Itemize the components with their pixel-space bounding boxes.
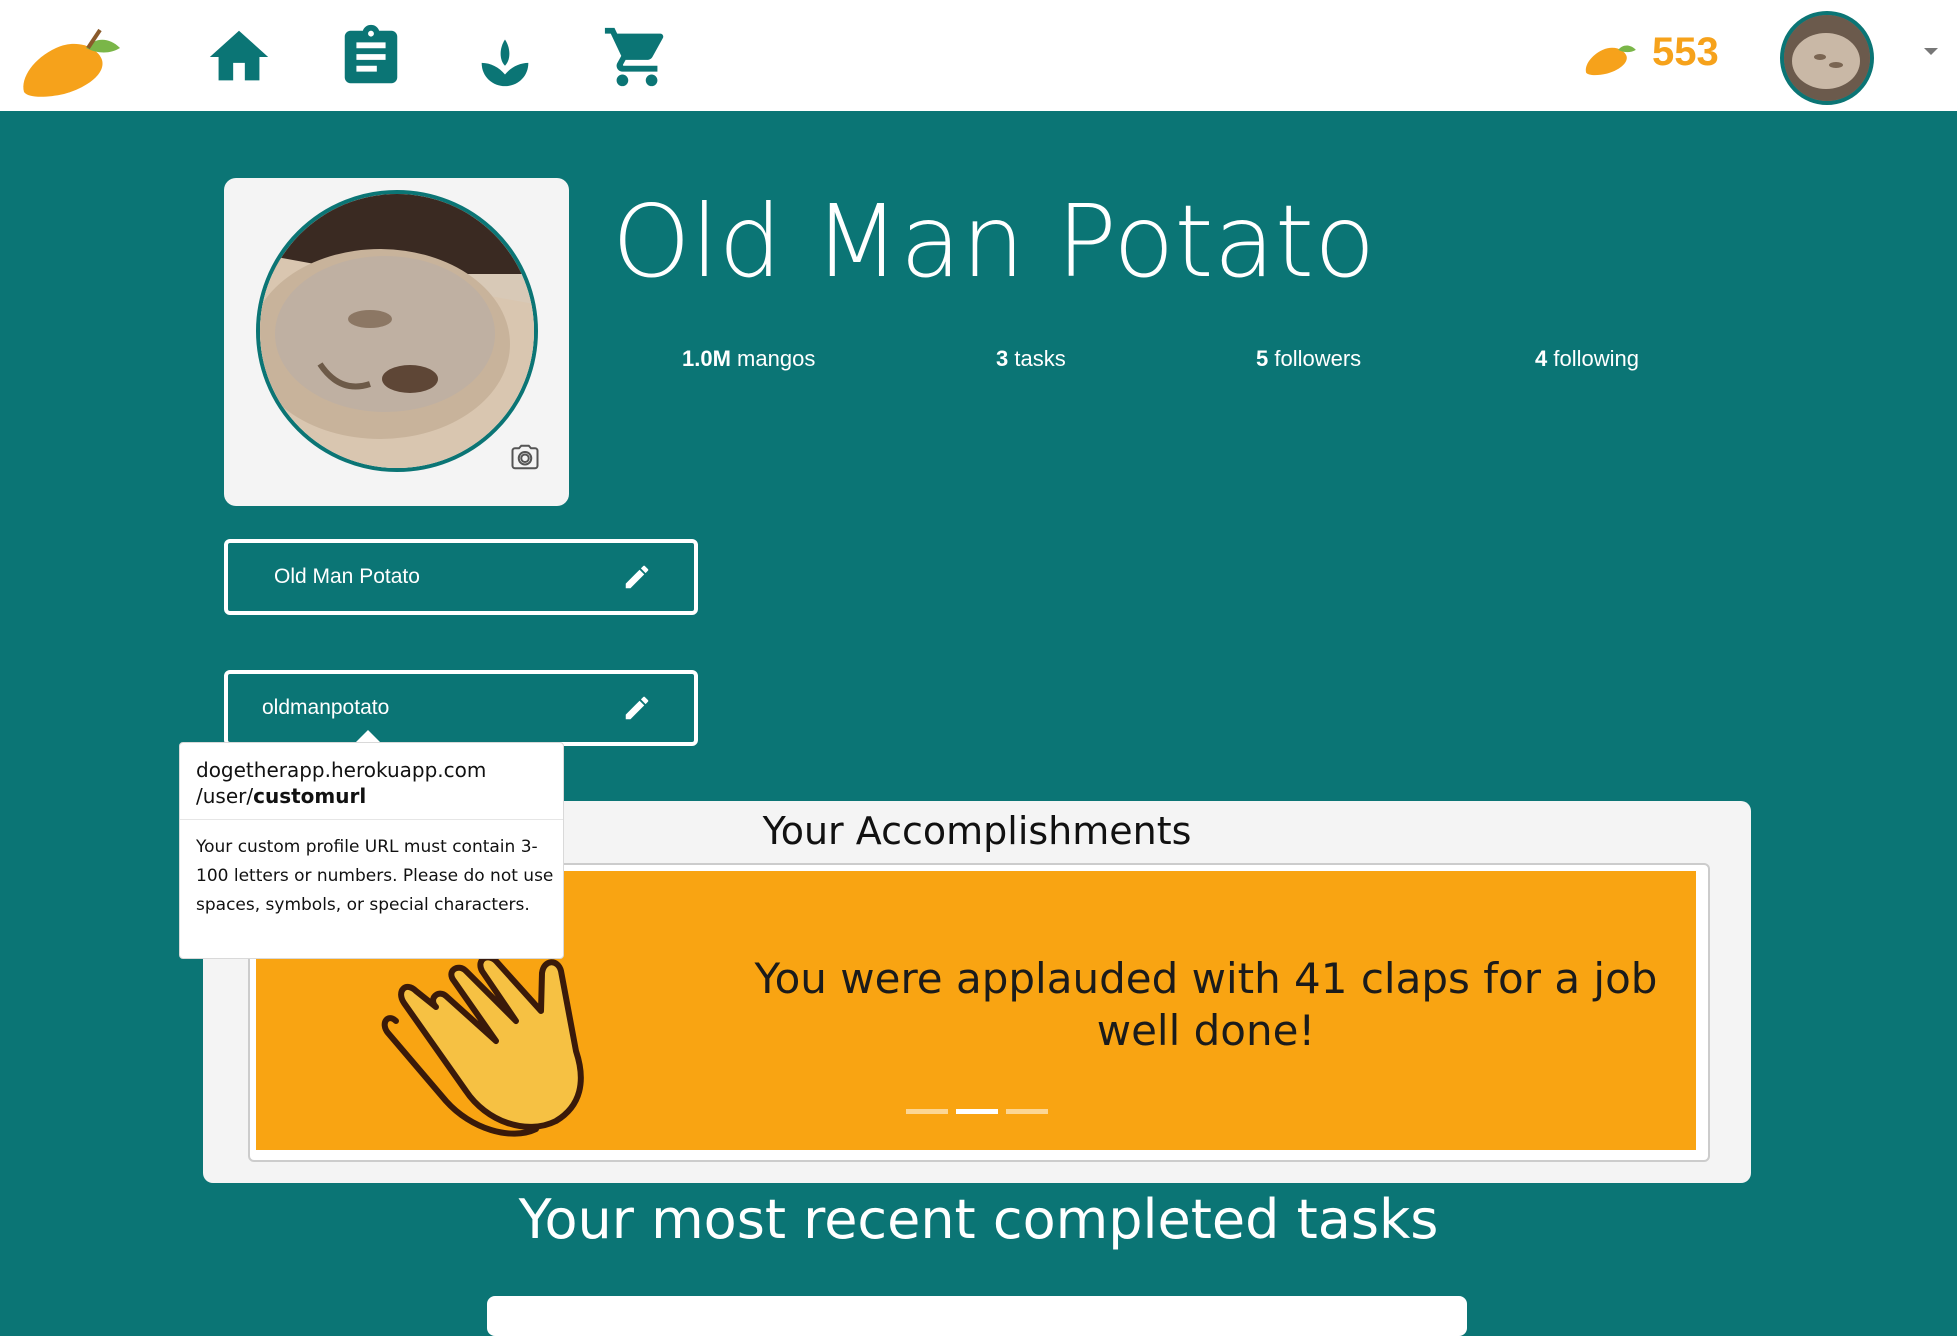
tooltip-arrow — [356, 730, 380, 742]
stat-tasks-label: tasks — [1014, 346, 1066, 371]
tooltip-body: Your custom profile URL must contain 3-1… — [196, 837, 554, 915]
stat-followers-value: 5 — [1256, 346, 1269, 371]
tooltip-header: dogetherapp.herokuapp.com /user/customur… — [196, 757, 486, 809]
recent-tasks-title: Your most recent completed tasks — [518, 1188, 1439, 1251]
tooltip-url-prefix: dogetherapp.herokuapp.com — [196, 758, 487, 782]
clipboard-icon[interactable] — [336, 22, 406, 92]
profile-name: Old Man Potato — [612, 183, 1376, 300]
accomplishment-text: You were applauded with 41 claps for a j… — [754, 954, 1658, 1055]
edit-name-icon[interactable] — [622, 562, 652, 592]
recent-task-card[interactable] — [487, 1296, 1467, 1336]
profile-photo-card — [224, 178, 569, 506]
profile-photo — [256, 190, 538, 472]
tooltip-url-path: /user/ — [196, 784, 254, 808]
carousel-indicator-1[interactable] — [906, 1109, 948, 1114]
custom-url-value: oldmanpotato — [262, 696, 390, 719]
stat-followers-label: followers — [1274, 346, 1362, 371]
sprout-icon[interactable] — [470, 22, 540, 92]
display-name-field[interactable]: Old Man Potato — [224, 539, 698, 615]
stat-mangos-value: 1.0M — [682, 346, 731, 371]
stat-mangos-label: mangos — [737, 346, 816, 371]
stat-followers[interactable]: 5 followers — [1256, 346, 1361, 372]
mango-coin-icon — [1585, 45, 1636, 76]
custom-url-field[interactable]: oldmanpotato — [224, 670, 698, 746]
account-dropdown-icon[interactable] — [1924, 48, 1938, 55]
tooltip-divider — [180, 819, 563, 820]
stat-following-label: following — [1553, 346, 1639, 371]
camera-icon[interactable] — [508, 442, 542, 472]
home-icon[interactable] — [204, 22, 274, 92]
custom-url-tooltip: dogetherapp.herokuapp.com /user/customur… — [179, 742, 564, 959]
edit-url-icon[interactable] — [622, 693, 652, 723]
stat-mangos: 1.0M mangos — [682, 346, 815, 372]
stat-following[interactable]: 4 following — [1535, 346, 1639, 372]
stat-following-value: 4 — [1535, 346, 1548, 371]
mango-count: 553 — [1652, 30, 1719, 74]
avatar-image — [1784, 15, 1870, 101]
mango-logo-icon[interactable] — [16, 18, 128, 98]
carousel-indicator-3[interactable] — [1006, 1109, 1048, 1114]
profile-photo-image — [260, 194, 534, 468]
display-name-value: Old Man Potato — [274, 565, 420, 588]
tooltip-url-bold: customurl — [253, 784, 367, 808]
stat-tasks[interactable]: 3 tasks — [996, 346, 1066, 372]
top-nav: 553 — [0, 0, 1957, 111]
stat-tasks-value: 3 — [996, 346, 1009, 371]
cart-icon[interactable] — [602, 22, 672, 92]
carousel-indicator-2[interactable] — [956, 1109, 998, 1114]
clapping-hands-icon — [381, 954, 584, 1137]
user-avatar[interactable] — [1780, 11, 1874, 105]
